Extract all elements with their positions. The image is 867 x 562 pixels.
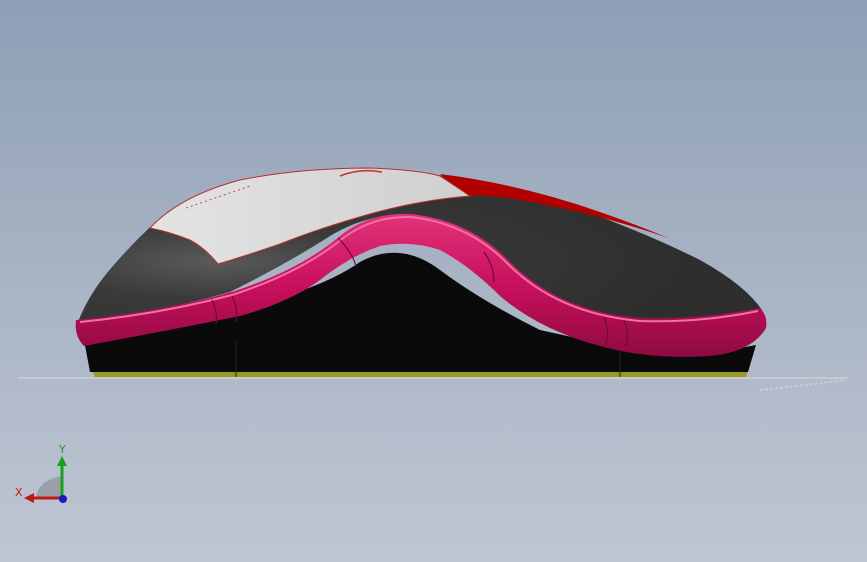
triad-y-label: Y [59,443,66,456]
mouse-model[interactable] [0,0,867,562]
graphics-viewport[interactable]: Y X [0,0,867,562]
coordinate-triad: Y X [12,440,82,510]
triad-x-label: X [15,486,23,499]
triad-y-arrow [57,456,67,466]
ground-shadow-reflection [759,379,846,391]
triad-axes-icon [24,456,67,503]
triad-z-axis [59,495,67,503]
triad-x-arrow [24,493,34,503]
triad-plane [36,476,62,498]
